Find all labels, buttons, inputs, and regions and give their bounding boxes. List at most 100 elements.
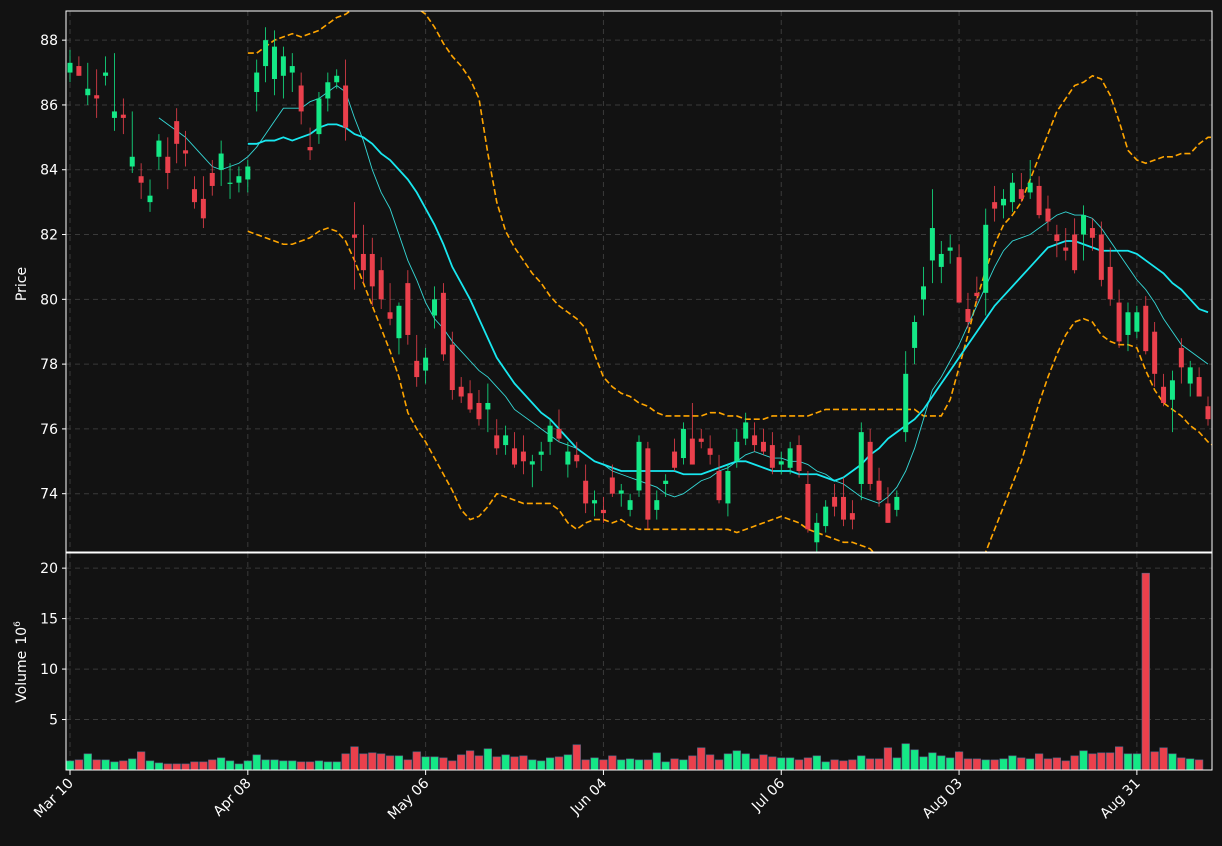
candle-body: [378, 270, 384, 300]
volume-bar: [857, 755, 866, 771]
candle-body: [1036, 185, 1042, 216]
candle-body: [894, 496, 900, 510]
volume-bar: [1017, 757, 1026, 771]
candle-body: [983, 224, 989, 293]
volume-bar: [697, 747, 706, 771]
volume-bar: [101, 759, 110, 771]
volume-bar: [1097, 752, 1106, 771]
candle-body: [85, 88, 91, 96]
candle-body: [672, 451, 678, 468]
candle-body: [823, 506, 829, 527]
volume-bar: [954, 751, 964, 771]
volume-bar: [119, 760, 128, 771]
candle-body: [760, 441, 766, 452]
candle-body: [840, 496, 846, 520]
candle-body: [494, 435, 500, 449]
volume-bar: [519, 755, 528, 771]
candle-body: [645, 448, 651, 520]
volume-scale-base: 10: [14, 627, 30, 645]
volume-bar: [999, 758, 1008, 771]
candle-body: [129, 156, 135, 167]
candle-body: [876, 480, 882, 501]
volume-bar: [1088, 753, 1097, 771]
candle-body: [805, 483, 811, 530]
volume-bar: [492, 756, 501, 771]
candle-body: [111, 111, 117, 118]
candle-body: [867, 441, 873, 484]
price-tick-label: 82: [40, 228, 58, 244]
volume-bar: [377, 753, 386, 771]
candle-body: [858, 432, 864, 484]
candle-body: [600, 509, 606, 514]
candle-body: [707, 448, 713, 455]
volume-bar: [474, 755, 484, 771]
volume-bar: [65, 760, 75, 771]
candle-body: [307, 147, 313, 151]
candle-body: [1187, 367, 1193, 384]
volume-bar: [1186, 758, 1195, 771]
candle-body: [787, 448, 793, 468]
price-tick-label: 88: [40, 33, 58, 49]
volume-tick-label: 20: [40, 561, 58, 577]
volume-bar: [1052, 757, 1061, 771]
volume-bar: [501, 754, 510, 771]
volume-bar: [172, 763, 181, 771]
volume-bar: [465, 750, 475, 771]
volume-bar: [288, 760, 297, 771]
candle-body: [1116, 302, 1122, 342]
volume-bar: [830, 759, 839, 771]
candle-body: [592, 500, 598, 504]
candle-body: [929, 228, 935, 261]
candle-body: [1072, 234, 1078, 271]
volume-bar: [928, 752, 937, 771]
candle-body: [360, 253, 366, 271]
candle-body: [956, 257, 962, 303]
volume-bar: [981, 759, 990, 771]
candle-body: [725, 471, 731, 504]
volume-bar: [1070, 755, 1079, 771]
candle-body: [627, 500, 633, 510]
volume-bar: [1141, 572, 1150, 771]
volume-bar: [1132, 753, 1141, 771]
candle-body: [432, 299, 438, 316]
candle-body: [912, 321, 918, 348]
candle-body: [120, 114, 126, 118]
candle-body: [423, 357, 429, 371]
volume-bar: [990, 759, 999, 771]
candle-body: [67, 62, 73, 73]
candle-body: [849, 513, 855, 520]
volume-bar: [297, 761, 306, 771]
candle-body: [227, 182, 233, 184]
volume-bar: [714, 759, 724, 771]
candle-body: [574, 454, 580, 462]
chart-svg: 7476788082848688 5101520 Mar 10 Apr 08 May…: [0, 0, 1222, 842]
volume-bar: [759, 754, 768, 771]
candle-body: [405, 283, 411, 335]
candle-body: [254, 72, 260, 92]
volume-bar: [670, 758, 679, 771]
volume-bar: [1177, 757, 1186, 771]
volume-bar: [732, 750, 741, 771]
volume-bar: [314, 760, 324, 771]
volume-bar: [626, 758, 635, 771]
candle: [645, 441, 651, 530]
volume-bar: [199, 761, 208, 771]
candle-body: [618, 490, 624, 494]
candle-body: [609, 477, 615, 494]
volume-bar: [554, 756, 564, 771]
volume-bar: [270, 759, 279, 771]
volume-bar: [545, 757, 555, 771]
volume-bar: [892, 757, 901, 771]
candle-body: [200, 198, 206, 219]
candle-body: [1125, 312, 1131, 335]
candle-body: [903, 373, 909, 433]
price-axis-label: Price: [14, 267, 30, 301]
candle-body: [147, 195, 153, 203]
candle-body: [325, 82, 331, 99]
volume-bar: [1114, 746, 1124, 771]
candle-body: [369, 253, 375, 287]
stock-chart: 74 76 78 80 82 84 86 88 5 10 15 20 Mar 10 Apr 08 May…: [0, 0, 1222, 842]
price-tick-label: 84: [40, 163, 58, 179]
candle-body: [440, 292, 446, 355]
candle-body: [636, 441, 642, 491]
